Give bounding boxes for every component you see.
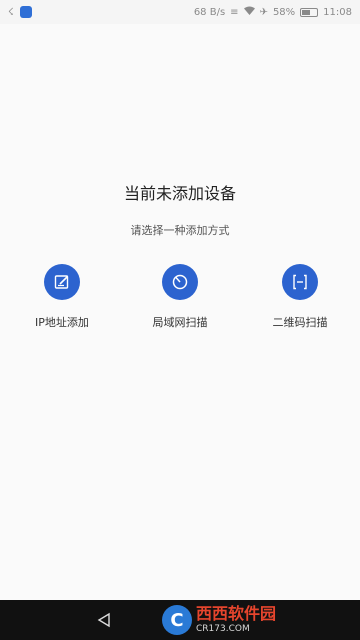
edit-icon	[54, 275, 69, 289]
status-time: 11:08	[323, 6, 352, 18]
status-bar: ☇ 68 B/s ≡ ✈ 58% 11:08	[0, 0, 360, 24]
empty-state-subtitle: 请选择一种添加方式	[130, 224, 230, 237]
watermark-brand: 西西软件园	[196, 604, 277, 623]
empty-state-title: 当前未添加设备	[123, 184, 236, 203]
usb-icon: ☇	[8, 6, 14, 18]
app-screen: ☇ 68 B/s ≡ ✈ 58% 11:08 当前未添加设备 请选择一种添加方式	[0, 0, 360, 640]
back-triangle-icon	[97, 612, 110, 628]
battery-fill	[302, 9, 311, 15]
back-button[interactable]	[94, 610, 114, 630]
battery-percent: 58%	[272, 6, 296, 18]
main-content: 当前未添加设备 请选择一种添加方式 IP地址添加 局域网扫描 二维码扫描	[0, 24, 360, 600]
watermark-logo: C 西西软件园 CR173.COM	[162, 602, 340, 638]
lan-scan-button[interactable]	[162, 264, 198, 300]
ip-add-label: IP地址添加	[35, 316, 89, 329]
ip-address-add-option[interactable]: IP地址添加	[12, 264, 112, 330]
status-right: 68 B/s ≡ ✈ 58% 11:08	[194, 6, 352, 18]
lan-scan-option[interactable]: 局域网扫描	[130, 264, 230, 330]
wifi-icon	[243, 6, 255, 18]
app-shield-icon	[19, 6, 32, 18]
vibrate-icon: ≡	[230, 6, 239, 18]
battery-icon	[300, 7, 319, 17]
watermark-text: 西西软件园 CR173.COM	[196, 604, 277, 635]
qr-scan-label: 二维码扫描	[272, 316, 328, 329]
radar-icon	[172, 274, 188, 290]
lan-scan-label: 局域网扫描	[152, 316, 208, 329]
status-left: ☇	[8, 6, 32, 18]
airplane-icon: ✈	[259, 6, 268, 18]
watermark-icon: C	[162, 605, 192, 635]
system-nav-bar: C 西西软件园 CR173.COM	[0, 600, 360, 640]
ip-add-button[interactable]	[44, 264, 80, 300]
qr-scan-option[interactable]: 二维码扫描	[250, 264, 350, 330]
qr-scan-button[interactable]	[282, 264, 318, 300]
add-method-options: IP地址添加 局域网扫描 二维码扫描	[0, 264, 360, 344]
network-speed: 68 B/s	[193, 6, 226, 18]
watermark-domain: CR173.COM	[196, 624, 250, 634]
scan-icon	[293, 274, 307, 290]
